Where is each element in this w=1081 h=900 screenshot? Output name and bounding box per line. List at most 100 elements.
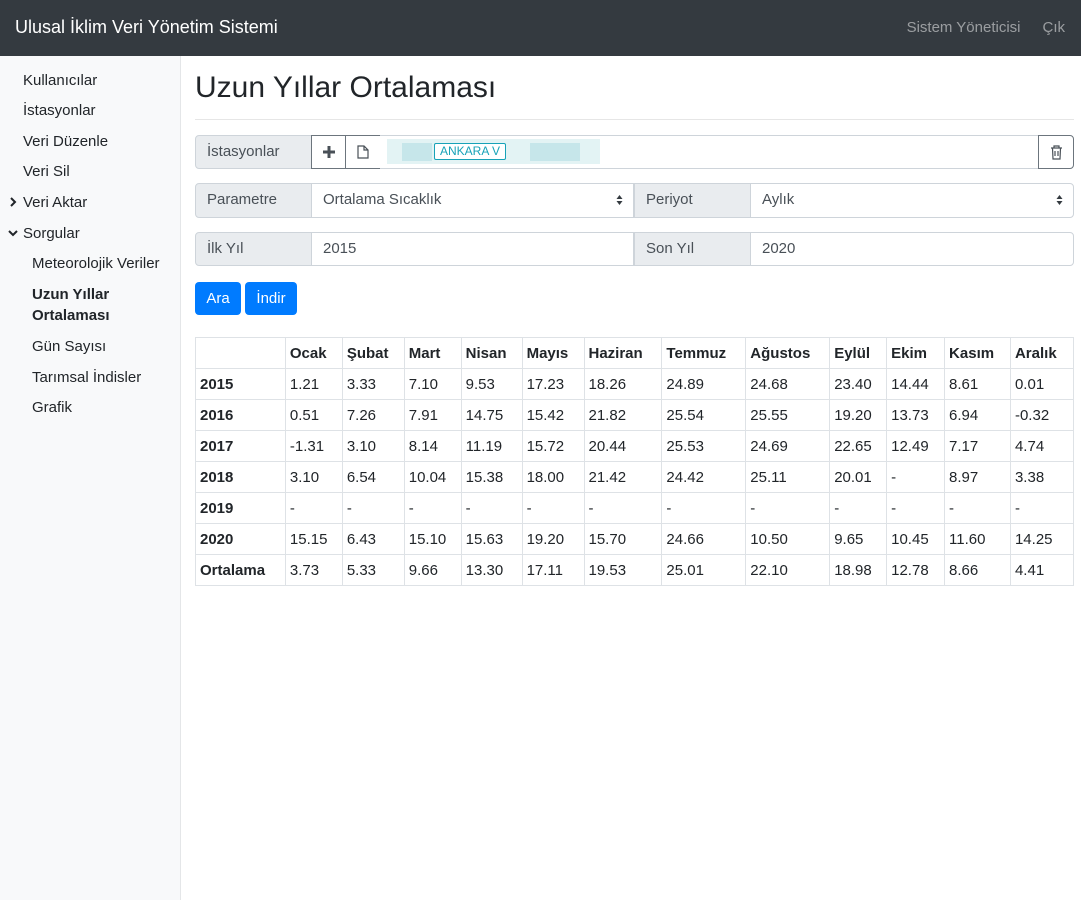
table-cell: -0.32	[1009, 399, 1075, 431]
table-cell: 15.10	[403, 523, 462, 555]
table-cell: 5.33	[341, 554, 405, 586]
table-cell: 15.72	[521, 430, 585, 462]
table-cell: 9.53	[460, 368, 523, 400]
file-button[interactable]	[345, 135, 381, 169]
table-cell: -	[829, 492, 888, 524]
table-cell: 14.25	[1009, 523, 1075, 555]
stations-label: İstasyonlar	[195, 135, 312, 169]
download-button[interactable]: İndir	[245, 282, 297, 315]
table-cell: 25.11	[745, 461, 831, 493]
sidebar-subitem-agricultural-indices[interactable]: Tarımsal İndisler	[32, 367, 172, 388]
table-cell: 7.17	[944, 430, 1011, 462]
add-station-button[interactable]	[311, 135, 346, 169]
table-cell: 10.04	[403, 461, 462, 493]
table-cell: 8.66	[944, 554, 1011, 586]
sidebar-subitem-meteorological-data[interactable]: Meteorolojik Veriler	[32, 253, 172, 274]
page-title: Uzun Yıllar Ortalaması	[195, 71, 497, 104]
period-value: Aylık	[762, 191, 795, 208]
station-tag[interactable]: ANKARA V	[434, 143, 507, 160]
table-cell: 14.44	[886, 368, 946, 400]
table-row: 2016 0.51 7.26 7.91 14.75 15.42 21.82 25.54 25.5…	[195, 399, 1075, 431]
station-select-field[interactable]: ANKARA V	[380, 135, 1039, 169]
table-cell: 19.20	[521, 523, 585, 555]
select-arrows-icon	[616, 195, 623, 205]
table-cell: 25.53	[661, 430, 747, 462]
sidebar-item-queries[interactable]: Sorgular	[23, 225, 80, 242]
table-cell: -	[341, 492, 405, 524]
sidebar-subitem-long-term-average[interactable]: Uzun Yıllar Ortalaması	[32, 284, 132, 326]
table-cell: 25.55	[745, 399, 831, 431]
table-cell: -	[460, 492, 523, 524]
table-cell: 18.00	[521, 461, 585, 493]
table-cell: 1.21	[284, 368, 343, 400]
parameter-value: Ortalama Sıcaklık	[323, 191, 442, 208]
chevron-right-icon[interactable]	[8, 197, 18, 207]
plus-icon	[322, 146, 335, 158]
column-header: Mart	[403, 337, 462, 369]
table-cell: 9.66	[403, 554, 462, 586]
table-cell: 0.51	[284, 399, 343, 431]
column-header: Ağustos	[745, 337, 831, 369]
table-cell: 7.10	[403, 368, 462, 400]
period-select[interactable]: Aylık	[750, 183, 1074, 218]
table-cell: 19.20	[829, 399, 888, 431]
sidebar-item-delete-data[interactable]: Veri Sil	[23, 163, 70, 180]
table-row: 2019- - - - - - - - - - - -	[195, 492, 1075, 524]
table-cell: 25.01	[661, 554, 747, 586]
table-cell: 7.91	[403, 399, 462, 431]
table-row: 2017 -1.31 3.10 8.14 11.19 15.72 20.44 25.53 24.…	[195, 430, 1075, 462]
table-cell: 24.89	[661, 368, 747, 400]
search-button[interactable]: Ara	[195, 282, 241, 315]
table-cell: 6.94	[944, 399, 1011, 431]
table-cell: 21.82	[583, 399, 663, 431]
table-cell: 4.41	[1009, 554, 1075, 586]
table-cell: 18.26	[583, 368, 663, 400]
row-header-cell: 2018	[195, 461, 286, 493]
table-cell: -1.31	[284, 430, 343, 462]
table-cell: 15.15	[284, 523, 343, 555]
first-year-label: İlk Yıl	[195, 232, 312, 266]
table-cell: 21.42	[583, 461, 663, 493]
app-title[interactable]: Ulusal İklim Veri Yönetim Sistemi	[15, 17, 278, 38]
column-header: Şubat	[341, 337, 405, 369]
sidebar-item-edit-data[interactable]: Veri Düzenle	[23, 133, 108, 150]
table-row: 2020 15.15 6.43 15.10 15.63 19.20 15.70 24.66 10…	[195, 523, 1075, 555]
column-header: Haziran	[583, 337, 663, 369]
table-cell: 19.53	[583, 554, 663, 586]
table-cell: 24.66	[661, 523, 747, 555]
user-link[interactable]: Sistem Yöneticisi	[907, 19, 1021, 36]
sidebar-item-export-data[interactable]: Veri Aktar	[23, 194, 87, 211]
sidebar-item-stations[interactable]: İstasyonlar	[23, 102, 96, 119]
row-header-cell: Ortalama	[195, 554, 286, 586]
table-cell: 18.98	[829, 554, 888, 586]
table-cell: 25.54	[661, 399, 747, 431]
first-year-input[interactable]: 2015	[311, 232, 634, 266]
table-cell: 3.73	[284, 554, 343, 586]
column-header: Kasım	[944, 337, 1011, 369]
select-arrows-icon	[1056, 195, 1063, 205]
station-blur-mask-3	[530, 143, 580, 161]
table-cell: 15.42	[521, 399, 585, 431]
table-cell: 15.70	[583, 523, 663, 555]
table-cell: 12.49	[886, 430, 946, 462]
table-row: Ortalama 3.73 5.33 9.66 13.30 17.11 19.53 25.01…	[195, 554, 1075, 586]
table-cell: 3.10	[341, 430, 405, 462]
table-cell: 24.42	[661, 461, 747, 493]
sidebar-subitem-graph[interactable]: Grafik	[32, 397, 172, 418]
table-cell: 17.23	[521, 368, 585, 400]
last-year-input[interactable]: 2020	[750, 232, 1074, 266]
table-cell: -	[745, 492, 831, 524]
table-cell: 24.69	[745, 430, 831, 462]
clear-stations-button[interactable]	[1038, 135, 1074, 169]
table-cell: 3.38	[1009, 461, 1075, 493]
chevron-down-icon[interactable]	[8, 228, 18, 238]
sidebar-item-users[interactable]: Kullanıcılar	[23, 72, 97, 89]
trash-icon	[1050, 144, 1062, 160]
logout-link[interactable]: Çık	[1043, 19, 1066, 36]
table-cell: -	[284, 492, 343, 524]
sidebar-subitem-day-count[interactable]: Gün Sayısı	[32, 336, 172, 357]
parameter-select[interactable]: Ortalama Sıcaklık	[311, 183, 634, 218]
column-header: Eylül	[829, 337, 888, 369]
table-cell: 13.30	[460, 554, 523, 586]
period-label: Periyot	[634, 183, 751, 218]
